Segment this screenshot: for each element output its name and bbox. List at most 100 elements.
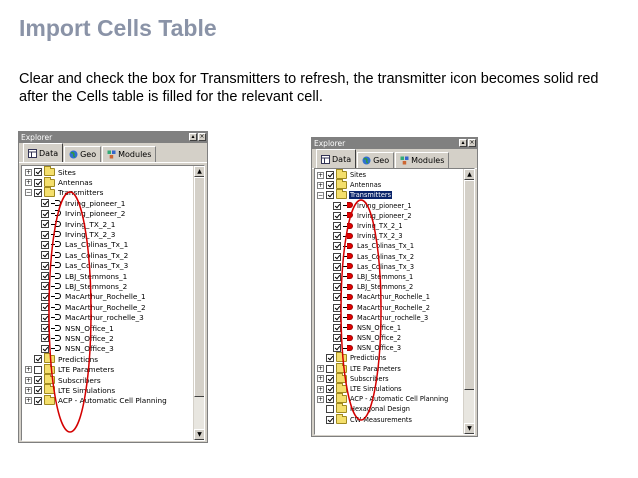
tree-transmitter-row[interactable]: LBJ_Stemmons_2 — [25, 281, 168, 291]
visibility-checkbox[interactable] — [34, 355, 42, 364]
expand-icon[interactable]: + — [317, 171, 324, 179]
visibility-checkbox[interactable] — [34, 188, 42, 197]
visibility-checkbox[interactable] — [41, 344, 49, 353]
scroll-up-icon[interactable]: ▲ — [194, 166, 204, 177]
tree-transmitter-row[interactable]: NSN_Office_1 — [317, 323, 449, 333]
visibility-checkbox[interactable] — [326, 354, 334, 363]
tree-folder-row[interactable]: − Transmitters — [25, 186, 168, 198]
visibility-checkbox[interactable] — [333, 201, 341, 210]
visibility-checkbox[interactable] — [34, 376, 42, 384]
tab-data[interactable]: Data — [23, 143, 64, 162]
tree-transmitter-row[interactable]: MacArthur_Rochelle_1 — [25, 292, 168, 302]
tree-transmitter-row[interactable]: Las_Colinas_Tx_2 — [317, 252, 449, 262]
tree-scrollbar[interactable]: ▲ ▼ — [193, 166, 204, 440]
expand-icon[interactable]: + — [25, 366, 32, 374]
close-icon[interactable]: × — [468, 139, 476, 147]
visibility-checkbox[interactable] — [326, 171, 334, 180]
tree-transmitter-row[interactable]: NSN_Office_2 — [25, 333, 168, 343]
tab-modules[interactable]: Modules — [102, 146, 157, 162]
visibility-checkbox[interactable] — [333, 313, 341, 322]
visibility-checkbox[interactable] — [333, 323, 341, 332]
visibility-checkbox[interactable] — [326, 385, 334, 394]
tab-geo[interactable]: Geo — [64, 146, 102, 162]
scroll-down-icon[interactable]: ▼ — [464, 423, 474, 434]
visibility-checkbox[interactable] — [326, 374, 334, 383]
visibility-checkbox[interactable] — [41, 261, 49, 270]
visibility-checkbox[interactable] — [41, 282, 49, 291]
tree-transmitter-row[interactable]: MacArthur_Rochelle_2 — [317, 302, 449, 312]
expand-icon[interactable]: + — [25, 386, 32, 394]
visibility-checkbox[interactable] — [333, 252, 341, 261]
visibility-checkbox[interactable] — [41, 240, 49, 249]
tree-transmitter-row[interactable]: Las_Colinas_Tx_1 — [317, 241, 449, 251]
tree-transmitter-row[interactable]: Irving_TX_2_3 — [317, 231, 449, 241]
visibility-checkbox[interactable] — [41, 324, 49, 333]
visibility-checkbox[interactable] — [333, 303, 341, 312]
tree-transmitter-row[interactable]: NSN_Office_2 — [317, 333, 449, 343]
tree-scrollbar[interactable]: ▲ ▼ — [463, 169, 474, 434]
tab-data[interactable]: Data — [316, 149, 357, 168]
tree-transmitter-row[interactable]: Las_Colinas_Tx_2 — [25, 250, 168, 260]
tab-geo[interactable]: Geo — [357, 152, 395, 168]
visibility-checkbox[interactable] — [41, 303, 49, 312]
visibility-checkbox[interactable] — [41, 199, 49, 208]
visibility-checkbox[interactable] — [326, 364, 334, 373]
visibility-checkbox[interactable] — [333, 272, 341, 281]
visibility-checkbox[interactable] — [326, 415, 334, 424]
visibility-checkbox[interactable] — [326, 405, 334, 414]
tree-folder-row[interactable]: CW Measurements — [317, 413, 449, 425]
visibility-checkbox[interactable] — [41, 292, 49, 301]
tree-transmitter-row[interactable]: LBJ_Stemmons_1 — [25, 271, 168, 281]
expand-icon[interactable]: + — [25, 376, 32, 384]
visibility-checkbox[interactable] — [333, 334, 341, 343]
tree-transmitter-row[interactable]: Irving_pioneer_1 — [25, 198, 168, 208]
scrollbar-thumb[interactable] — [464, 180, 474, 390]
tree-transmitter-row[interactable]: Irving_TX_2_1 — [25, 219, 168, 229]
visibility-checkbox[interactable] — [41, 230, 49, 239]
tree-transmitter-row[interactable]: NSN_Office_1 — [25, 323, 168, 333]
visibility-checkbox[interactable] — [333, 232, 341, 241]
visibility-checkbox[interactable] — [41, 334, 49, 343]
visibility-checkbox[interactable] — [333, 283, 341, 292]
expand-icon[interactable]: + — [317, 385, 324, 393]
close-icon[interactable]: × — [198, 133, 206, 141]
tree-transmitter-row[interactable]: Irving_TX_2_1 — [317, 221, 449, 231]
tree-transmitter-row[interactable]: MacArthur_Rochelle_1 — [317, 292, 449, 302]
visibility-checkbox[interactable] — [333, 222, 341, 231]
scrollbar-thumb[interactable] — [194, 177, 204, 397]
tree-transmitter-row[interactable]: LBJ_Stemmons_2 — [317, 282, 449, 292]
visibility-checkbox[interactable] — [326, 181, 334, 190]
restore-icon[interactable]: ▴ — [459, 139, 467, 147]
tree-transmitter-row[interactable]: Irving_TX_2_3 — [25, 229, 168, 239]
visibility-checkbox[interactable] — [34, 386, 42, 395]
expand-icon[interactable]: + — [317, 395, 324, 403]
tree-transmitter-row[interactable]: Irving_pioneer_2 — [25, 209, 168, 219]
tree-transmitter-row[interactable]: LBJ_Stemmons_1 — [317, 272, 449, 282]
scroll-down-icon[interactable]: ▼ — [194, 429, 204, 440]
visibility-checkbox[interactable] — [41, 313, 49, 322]
tree-transmitter-row[interactable]: Las_Colinas_Tx_1 — [25, 240, 168, 250]
visibility-checkbox[interactable] — [34, 396, 42, 405]
collapse-icon[interactable]: − — [25, 189, 32, 197]
visibility-checkbox[interactable] — [41, 209, 49, 218]
tree-transmitter-row[interactable]: MacArthur_Rochelle_2 — [25, 302, 168, 312]
tree-transmitter-row[interactable]: Irving_pioneer_1 — [317, 201, 449, 211]
expand-icon[interactable]: + — [25, 179, 32, 187]
tree-transmitter-row[interactable]: Las_Colinas_Tx_3 — [25, 261, 168, 271]
tree-transmitter-row[interactable]: MacArthur_rochelle_3 — [317, 313, 449, 323]
visibility-checkbox[interactable] — [326, 191, 334, 200]
tree-transmitter-row[interactable]: MacArthur_rochelle_3 — [25, 312, 168, 322]
visibility-checkbox[interactable] — [34, 365, 42, 374]
visibility-checkbox[interactable] — [34, 178, 42, 187]
scroll-up-icon[interactable]: ▲ — [464, 169, 474, 180]
visibility-checkbox[interactable] — [41, 220, 49, 229]
restore-icon[interactable]: ▴ — [189, 133, 197, 141]
expand-icon[interactable]: + — [25, 168, 32, 176]
expand-icon[interactable]: + — [317, 375, 324, 383]
visibility-checkbox[interactable] — [326, 395, 334, 404]
visibility-checkbox[interactable] — [41, 272, 49, 281]
visibility-checkbox[interactable] — [333, 344, 341, 353]
expand-icon[interactable]: + — [317, 365, 324, 373]
tree-folder-row[interactable]: − Transmitters — [317, 189, 449, 200]
tab-modules[interactable]: Modules — [395, 152, 450, 168]
